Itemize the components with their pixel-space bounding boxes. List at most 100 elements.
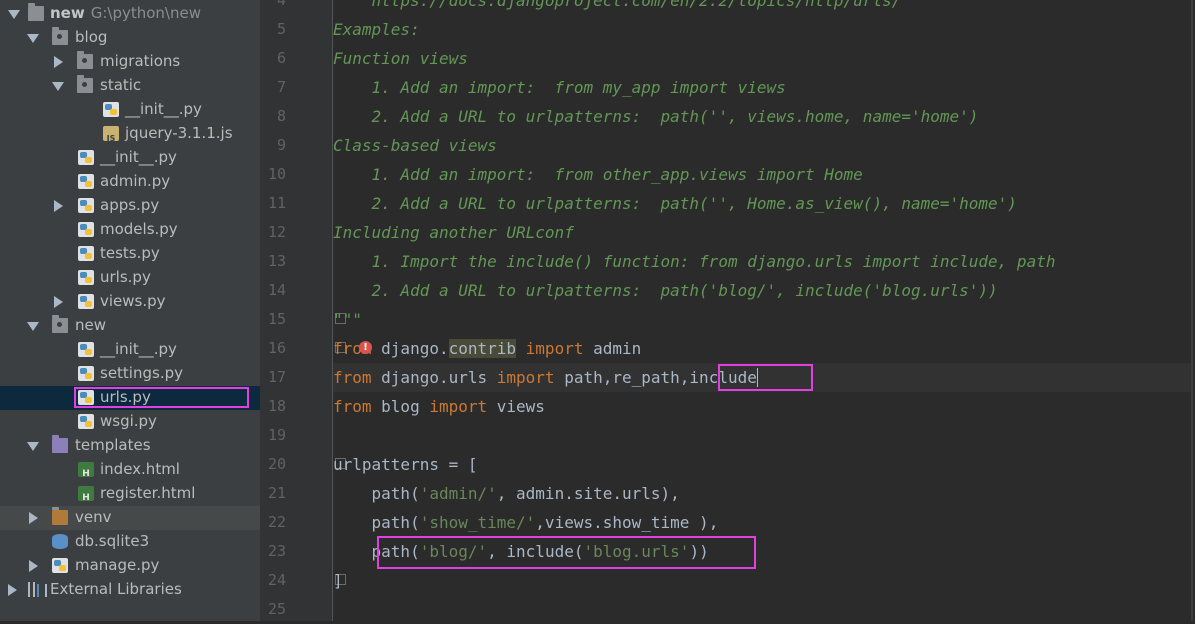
code-line-22: path('show_time/',views.show_time ),	[333, 508, 719, 537]
tree-row-wsgi[interactable]: wsgi.py	[0, 410, 260, 434]
code-editor[interactable]: https://docs.djangoproject.com/en/2.2/to…	[333, 0, 1193, 621]
line-number: 12	[267, 223, 286, 241]
line-number: 7	[276, 78, 286, 96]
code-args: , admin.site.urls),	[496, 484, 680, 503]
tree-row-jquery[interactable]: JS jquery-3.1.1.js	[0, 122, 260, 146]
tree-label: db.sqlite3	[75, 532, 150, 550]
tree-row-external-libraries[interactable]: External Libraries	[0, 578, 260, 602]
tree-label: apps.py	[100, 196, 160, 214]
html-file-icon: H	[78, 462, 94, 479]
tree-row-settings[interactable]: settings.py	[0, 362, 260, 386]
collapse-arrow-icon[interactable]	[54, 296, 63, 308]
library-icon	[28, 582, 47, 597]
code-line-5: Examples:	[333, 20, 420, 39]
line-number: 21	[267, 484, 286, 502]
tree-row-blog-init[interactable]: __init__.py	[0, 146, 260, 170]
line-number: 5	[276, 20, 286, 38]
collapse-arrow-icon[interactable]	[29, 560, 38, 572]
tree-label: index.html	[100, 460, 180, 478]
line-number: 16	[267, 339, 286, 357]
line-number: 11	[267, 194, 286, 212]
tree-row-templates[interactable]: templates	[0, 434, 260, 458]
python-file-icon	[78, 246, 94, 261]
tree-label: wsgi.py	[100, 412, 157, 430]
tree-row-manage[interactable]: manage.py	[0, 554, 260, 578]
tree-row-index-html[interactable]: H index.html	[0, 458, 260, 482]
line-number: 9	[276, 136, 286, 154]
tree-label: __init__.py	[125, 100, 202, 118]
line-number: 19	[267, 426, 286, 444]
editor-scroll-edge	[1191, 0, 1193, 621]
tree-row-admin[interactable]: admin.py	[0, 170, 260, 194]
collapse-arrow-icon[interactable]	[29, 512, 38, 524]
tree-label: urls.py	[100, 268, 151, 286]
python-file-icon	[78, 294, 94, 309]
keyword-from: from	[333, 368, 372, 387]
tree-row-static-init[interactable]: __init__.py	[0, 98, 260, 122]
expand-arrow-icon[interactable]	[27, 34, 39, 43]
python-file-icon	[78, 150, 94, 165]
line-number: 14	[267, 281, 286, 299]
excluded-folder-icon	[52, 507, 68, 525]
tree-row-new-init[interactable]: __init__.py	[0, 338, 260, 362]
warning-bulb-icon[interactable]: !	[359, 341, 372, 354]
python-file-icon	[78, 342, 94, 357]
javascript-file-icon: JS	[103, 126, 119, 143]
line-number: 23	[267, 542, 286, 560]
line-number: 10	[267, 165, 286, 183]
keyword-import: import	[487, 368, 555, 387]
urls-file-highlight-box	[74, 387, 249, 408]
collapse-arrow-icon[interactable]	[8, 584, 17, 596]
python-file-icon	[78, 270, 94, 285]
package-folder-icon	[52, 315, 68, 333]
tree-row-views[interactable]: views.py	[0, 290, 260, 314]
module-contrib: contrib	[448, 339, 517, 358]
collapse-arrow-icon[interactable]	[54, 200, 63, 212]
code-line-17: from django.urls import path,re_path,inc…	[333, 363, 758, 392]
code-line-20: urlpatterns = [	[333, 455, 478, 474]
python-file-icon	[78, 174, 94, 189]
project-root-path: G:\python\new	[90, 4, 201, 22]
package-folder-icon	[52, 27, 68, 45]
tree-label: settings.py	[100, 364, 183, 382]
tree-row-blog-urls[interactable]: urls.py	[0, 266, 260, 290]
tree-label: tests.py	[100, 244, 160, 262]
tree-row-tests[interactable]: tests.py	[0, 242, 260, 266]
expand-arrow-icon[interactable]	[8, 10, 20, 19]
tree-row-blog[interactable]: blog	[0, 26, 260, 50]
code-line-10: 1. Add an import: from other_app.views i…	[333, 165, 863, 184]
python-file-icon	[103, 102, 119, 117]
line-number: 15	[267, 310, 286, 328]
collapse-arrow-icon[interactable]	[54, 56, 63, 68]
expand-arrow-icon[interactable]	[52, 82, 64, 91]
tree-row-migrations[interactable]: migrations	[0, 50, 260, 74]
line-number: 4	[276, 0, 286, 9]
tree-label: manage.py	[75, 556, 160, 574]
expand-arrow-icon[interactable]	[27, 322, 39, 331]
project-tree: new G:\python\new blog migrations static …	[0, 0, 260, 621]
code-line-16: from django.contrib import admin	[333, 334, 641, 363]
tree-row-register-html[interactable]: H register.html	[0, 482, 260, 506]
tree-row-static[interactable]: static	[0, 74, 260, 98]
line-number: 22	[267, 513, 286, 531]
package-folder-icon	[77, 51, 93, 69]
tree-label: new	[75, 316, 107, 334]
tree-row-venv[interactable]: venv	[0, 506, 260, 530]
tree-label: venv	[75, 508, 112, 526]
tree-label: views.py	[100, 292, 166, 310]
code-args: ,views.show_time ),	[535, 513, 719, 532]
tree-row-new[interactable]: new	[0, 314, 260, 338]
python-file-icon	[78, 414, 94, 429]
tree-row-apps[interactable]: apps.py	[0, 194, 260, 218]
tree-label: static	[100, 76, 142, 94]
tree-label: register.html	[100, 484, 196, 502]
tree-row-root[interactable]: new G:\python\new	[0, 2, 260, 26]
line-number: 25	[267, 600, 286, 618]
code-path-call: path(	[333, 484, 420, 503]
expand-arrow-icon[interactable]	[27, 442, 39, 451]
include-import-highlight-box	[718, 364, 813, 391]
code-line-24: ]	[333, 571, 343, 590]
tree-row-models[interactable]: models.py	[0, 218, 260, 242]
python-file-icon	[52, 558, 68, 573]
tree-row-db[interactable]: db.sqlite3	[0, 530, 260, 554]
